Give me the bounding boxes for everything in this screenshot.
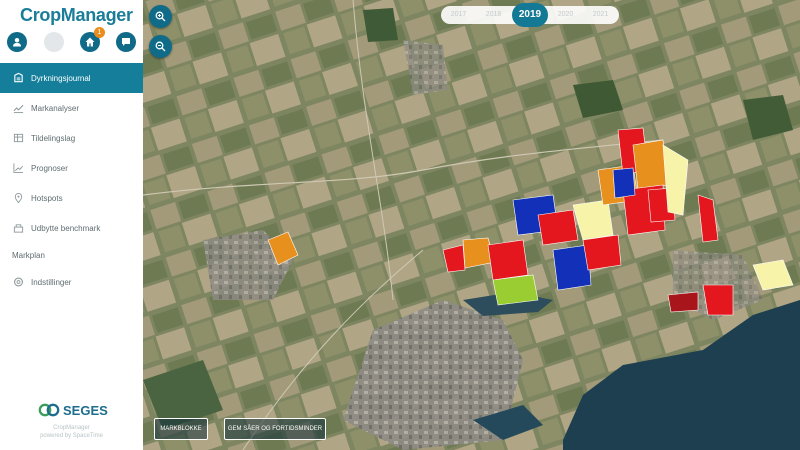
nav-item-hotspots[interactable]: Hotspots (0, 183, 143, 213)
chat-icon[interactable] (116, 32, 136, 52)
year-option[interactable]: 2021 (583, 6, 618, 24)
satellite-map[interactable]: 2017 2018 2019 2020 2021 MARKBLOKKE GEM … (143, 0, 800, 450)
nav-item-udbytte-benchmark[interactable]: Udbytte benchmark (0, 213, 143, 243)
year-option[interactable]: 2017 (441, 6, 476, 24)
year-option[interactable]: 2020 (548, 6, 583, 24)
journal-icon (14, 72, 23, 83)
field-polygon[interactable] (582, 234, 622, 271)
field-polygon[interactable] (632, 139, 669, 191)
sidebar: CropManager 1 Dyrkningsjournal Markanaly… (0, 0, 144, 450)
nav-item-tildelingslag[interactable]: Tildelingslag (0, 123, 143, 153)
year-option-selected[interactable]: 2019 (512, 3, 548, 27)
nav-menu: Dyrkningsjournal Markanalyser Tildelings… (0, 63, 143, 297)
footer-line2: powered by SpaceTime (40, 433, 103, 439)
placeholder-icon[interactable] (44, 32, 64, 52)
seges-mark-icon (38, 403, 60, 417)
field-polygon[interactable] (572, 199, 614, 241)
nav-item-indstillinger[interactable]: Indstillinger (0, 267, 143, 297)
nav-label: Dyrkningsjournal (31, 73, 91, 83)
section-markplan: Markplan (12, 250, 45, 260)
analysis-icon (13, 104, 24, 114)
notification-badge: 1 (94, 27, 105, 38)
zoom-in-icon (155, 11, 166, 22)
benchmark-icon (13, 224, 24, 233)
top-icon-bar: 1 (7, 27, 137, 54)
nav-label: Indstillinger (31, 277, 72, 287)
field-polygon[interactable] (612, 167, 636, 199)
nav-label: Udbytte benchmark (31, 223, 101, 233)
markblokke-button[interactable]: MARKBLOKKE (154, 418, 208, 440)
field-polygon[interactable] (492, 274, 539, 306)
gem-saeer-button[interactable]: GEM SÅER OG FORTIDSMINDER (224, 418, 326, 440)
nav-label: Prognoser (31, 163, 68, 173)
zoom-out-button[interactable] (149, 35, 172, 58)
field-polygon[interactable] (667, 291, 699, 313)
seges-logo: SEGES (38, 402, 108, 418)
nav-label: Tildelingslag (31, 133, 76, 143)
pin-icon (14, 193, 23, 204)
settings-icon (14, 277, 23, 287)
field-polygon[interactable] (537, 209, 579, 246)
app-logo[interactable]: CropManager (20, 5, 133, 26)
nav-item-dyrkningsjournal[interactable]: Dyrkningsjournal (0, 63, 143, 93)
field-overlays[interactable] (143, 0, 800, 450)
field-polygon[interactable] (442, 244, 466, 273)
field-polygon[interactable] (752, 259, 794, 291)
nav-label: Hotspots (31, 193, 63, 203)
nav-item-prognoser[interactable]: Prognoser (0, 153, 143, 183)
brand-name: SEGES (63, 402, 108, 418)
zoom-out-icon (155, 41, 166, 52)
footer-line1: CropManager (53, 425, 90, 431)
nav-item-markanalyser[interactable]: Markanalyser (0, 93, 143, 123)
year-option[interactable]: 2018 (476, 6, 511, 24)
field-polygon[interactable] (267, 231, 299, 266)
home-icon[interactable]: 1 (80, 27, 105, 52)
field-polygon[interactable] (697, 194, 719, 243)
field-polygon[interactable] (702, 284, 734, 316)
zoom-in-button[interactable] (149, 5, 172, 28)
user-icon[interactable] (7, 32, 27, 52)
nav-label: Markanalyser (31, 103, 80, 113)
field-polygon[interactable] (487, 239, 529, 281)
year-selector[interactable]: 2017 2018 2019 2020 2021 (441, 3, 619, 27)
layers-icon (13, 133, 24, 143)
chart-icon (13, 163, 24, 174)
